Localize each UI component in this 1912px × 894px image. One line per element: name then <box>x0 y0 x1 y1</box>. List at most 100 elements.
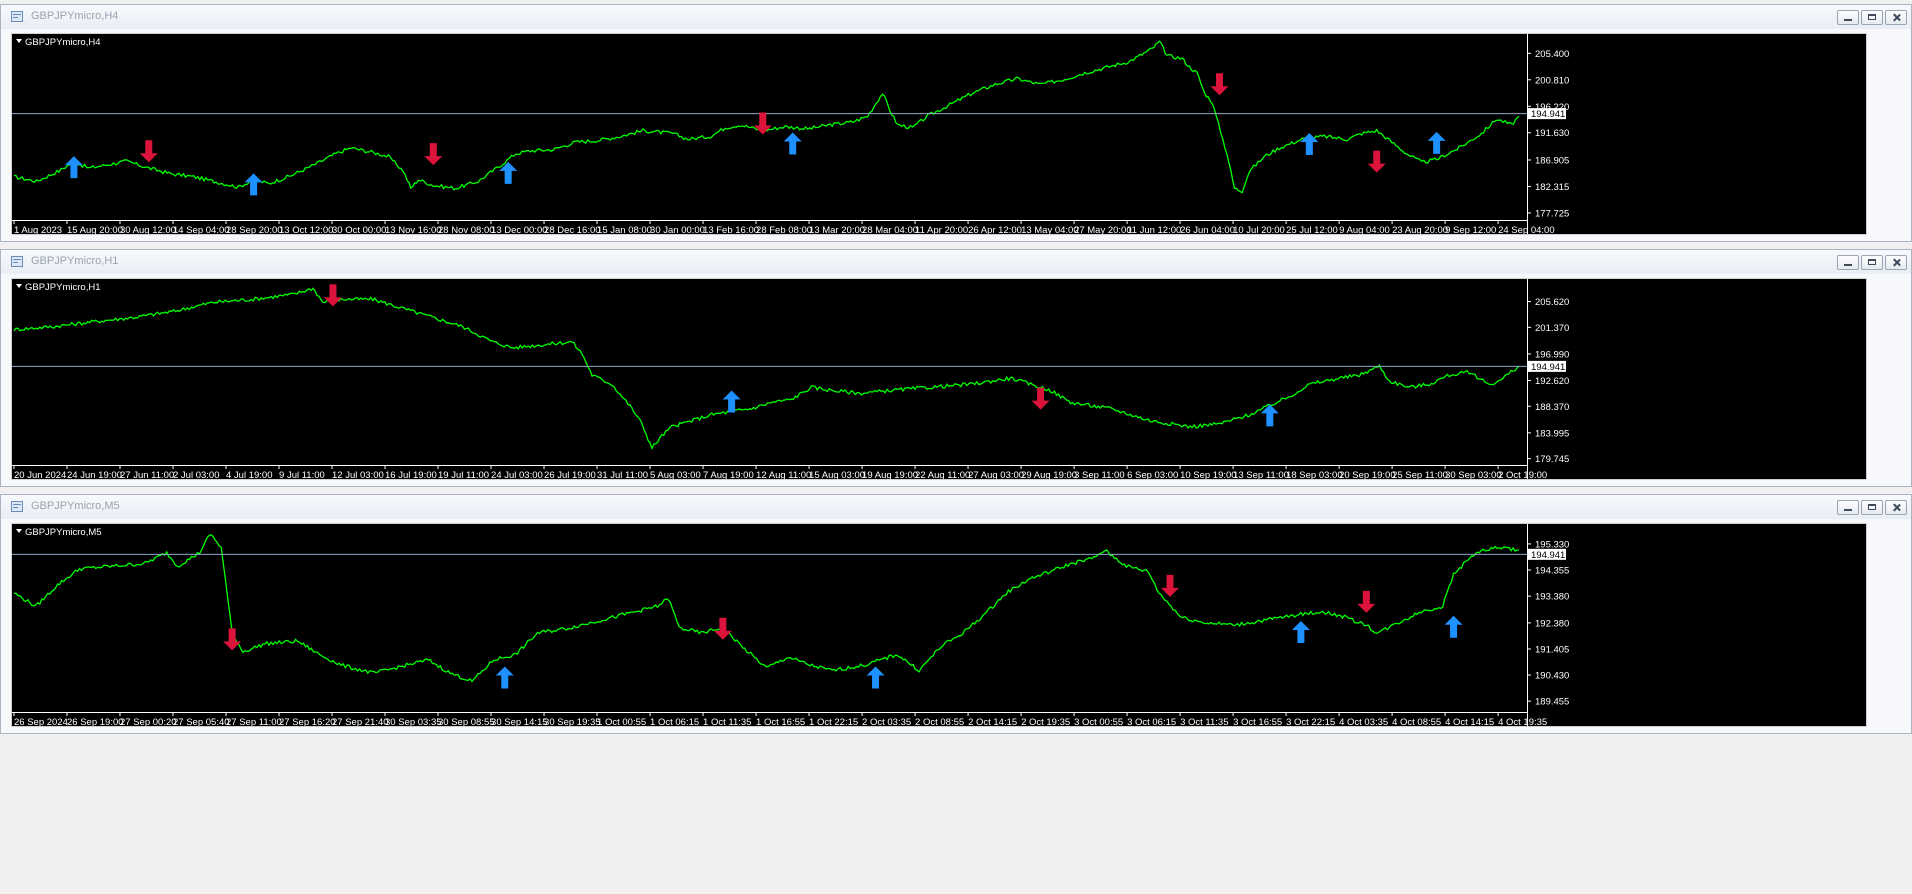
time-tick-label: 3 Oct 22:15 <box>1286 717 1335 727</box>
time-tick-label: 16 Jul 19:00 <box>385 470 437 480</box>
window-title: GBPJPYmicro,H4 <box>31 10 119 22</box>
time-tick-label: 26 Sep 19:00 <box>67 717 124 727</box>
maximize-button[interactable] <box>1861 255 1883 270</box>
sell-arrow-icon[interactable] <box>323 284 342 307</box>
vertical-scrollbar[interactable] <box>1883 33 1903 235</box>
price-tick-label: 205.400 <box>1535 49 1569 60</box>
buy-arrow-icon[interactable] <box>495 666 514 689</box>
time-tick-label: 13 May 04:00 <box>1021 225 1079 235</box>
time-tick-label: 24 Jun 19:00 <box>67 470 122 480</box>
time-tick-label: 23 Aug 20:00 <box>1392 225 1448 235</box>
buy-arrow-icon[interactable] <box>866 666 885 689</box>
time-tick-label: 30 Sep 03:35 <box>385 717 442 727</box>
time-tick-label: 26 Sep 2024 <box>14 717 68 727</box>
chart-window-h1[interactable]: GBPJPYmicro,H1 205.620 201.370 196.990 192.… <box>0 249 1912 487</box>
time-tick-label: 10 Jul 20:00 <box>1233 225 1285 235</box>
time-tick-label: 12 Aug 11:00 <box>756 470 811 480</box>
chart-symbol-label: GBPJPYmicro,H4 <box>25 37 101 48</box>
price-tick-label: 193.380 <box>1535 592 1569 603</box>
time-tick-label: 4 Oct 03:35 <box>1339 717 1388 727</box>
time-tick-label: 20 Sep 19:00 <box>1339 470 1396 480</box>
time-tick-label: 1 Aug 2023 <box>14 225 62 235</box>
time-tick-label: 27 Aug 03:00 <box>968 470 1024 480</box>
time-tick-label: 30 Jan 00:00 <box>650 225 705 235</box>
sell-arrow-icon[interactable] <box>753 112 772 135</box>
minimize-button[interactable] <box>1837 500 1859 515</box>
time-tick-label: 24 Sep 04:00 <box>1498 225 1555 235</box>
window-titlebar[interactable]: GBPJPYmicro,M5 <box>1 495 1911 519</box>
time-tick-label: 27 Jun 11:00 <box>120 470 174 480</box>
close-button[interactable] <box>1885 255 1907 270</box>
time-tick-label: 1 Oct 22:15 <box>809 717 858 727</box>
time-tick-label: 30 Oct 00:00 <box>332 225 386 235</box>
price-chart[interactable]: 205.400 200.810 196.220 191.630 186.905 182.3… <box>11 33 1867 235</box>
time-tick-label: 4 Oct 08:55 <box>1392 717 1441 727</box>
time-tick-label: 2 Oct 19:35 <box>1021 717 1070 727</box>
time-tick-label: 12 Jul 03:00 <box>332 470 384 480</box>
buy-arrow-icon[interactable] <box>1444 615 1463 638</box>
sell-arrow-icon[interactable] <box>1161 574 1180 597</box>
price-tick-label: 186.905 <box>1535 155 1569 166</box>
sell-arrow-icon[interactable] <box>1357 590 1376 613</box>
time-tick-label: 6 Sep 03:00 <box>1127 470 1178 480</box>
vertical-scrollbar[interactable] <box>1883 278 1903 480</box>
time-tick-label: 28 Nov 08:00 <box>438 225 495 235</box>
collapse-triangle-icon[interactable] <box>16 529 22 533</box>
time-tick-label: 3 Sep 11:00 <box>1074 470 1125 480</box>
chart-canvas[interactable]: 205.400200.810196.220191.630186.905182.3… <box>12 34 1867 235</box>
time-tick-label: 25 Jul 12:00 <box>1286 225 1338 235</box>
current-price-label: 194.941 <box>1531 109 1565 120</box>
sell-arrow-icon[interactable] <box>424 143 443 166</box>
sell-arrow-icon[interactable] <box>1367 150 1386 173</box>
time-tick-label: 18 Sep 03:00 <box>1286 470 1343 480</box>
time-tick-label: 5 Aug 03:00 <box>650 470 701 480</box>
chart-symbol-label: GBPJPYmicro,M5 <box>25 527 102 538</box>
close-button[interactable] <box>1885 500 1907 515</box>
price-tick-label: 182.315 <box>1535 182 1569 193</box>
sell-arrow-icon[interactable] <box>1210 73 1229 96</box>
time-tick-label: 1 Oct 00:55 <box>597 717 646 727</box>
price-tick-label: 191.405 <box>1535 644 1569 655</box>
time-tick-label: 7 Aug 19:00 <box>703 470 754 480</box>
time-tick-label: 22 Aug 11:00 <box>915 470 970 480</box>
price-tick-label: 205.620 <box>1535 297 1569 308</box>
time-tick-label: 26 Apr 12:00 <box>968 225 1022 235</box>
price-tick-label: 177.725 <box>1535 208 1569 219</box>
chart-window-icon <box>11 501 23 512</box>
minimize-button[interactable] <box>1837 255 1859 270</box>
buy-arrow-icon[interactable] <box>64 156 83 179</box>
time-tick-label: 3 Oct 06:15 <box>1127 717 1176 727</box>
buy-arrow-icon[interactable] <box>1291 621 1310 644</box>
price-series-line <box>13 534 1519 683</box>
chart-window-m5[interactable]: GBPJPYmicro,M5 195.330 194.355 193.380 192.… <box>0 494 1912 734</box>
sell-arrow-icon[interactable] <box>223 628 242 651</box>
maximize-button[interactable] <box>1861 10 1883 25</box>
window-titlebar[interactable]: GBPJPYmicro,H4 <box>1 5 1911 29</box>
time-tick-label: 28 Mar 04:00 <box>862 225 918 235</box>
time-tick-label: 13 Sep 11:00 <box>1233 470 1289 480</box>
price-tick-label: 190.430 <box>1535 671 1569 682</box>
buy-arrow-icon[interactable] <box>1427 131 1446 154</box>
maximize-button[interactable] <box>1861 500 1883 515</box>
price-tick-label: 188.370 <box>1535 402 1569 413</box>
time-tick-label: 28 Sep 20:00 <box>226 225 283 235</box>
sell-arrow-icon[interactable] <box>713 617 732 640</box>
minimize-button[interactable] <box>1837 10 1859 25</box>
window-titlebar[interactable]: GBPJPYmicro,H1 <box>1 250 1911 274</box>
chart-canvas[interactable]: 195.330 194.355 193.380 192.380 191.405 190.4… <box>12 524 1867 727</box>
collapse-triangle-icon[interactable] <box>16 39 22 43</box>
window-title: GBPJPYmicro,M5 <box>31 500 120 512</box>
time-tick-label: 27 Sep 16:20 <box>279 717 336 727</box>
time-tick-label: 26 Jun 04:00 <box>1180 225 1235 235</box>
price-chart[interactable]: 195.330 194.355 193.380 192.380 191.405 190.4… <box>11 523 1867 727</box>
vertical-scrollbar[interactable] <box>1883 523 1903 727</box>
price-chart[interactable]: 205.620 201.370 196.990 192.620 188.370 183.9… <box>11 278 1867 480</box>
time-tick-label: 3 Oct 00:55 <box>1074 717 1123 727</box>
collapse-triangle-icon[interactable] <box>16 284 22 288</box>
close-button[interactable] <box>1885 10 1907 25</box>
buy-arrow-icon[interactable] <box>783 132 802 155</box>
chart-window-h4[interactable]: GBPJPYmicro,H4 205.400 200.810 196.220 191.… <box>0 4 1912 242</box>
time-tick-label: 30 Sep 03:00 <box>1445 470 1502 480</box>
sell-arrow-icon[interactable] <box>139 140 158 163</box>
chart-canvas[interactable]: 205.620 201.370 196.990 192.620 188.370 183.9… <box>12 279 1867 480</box>
